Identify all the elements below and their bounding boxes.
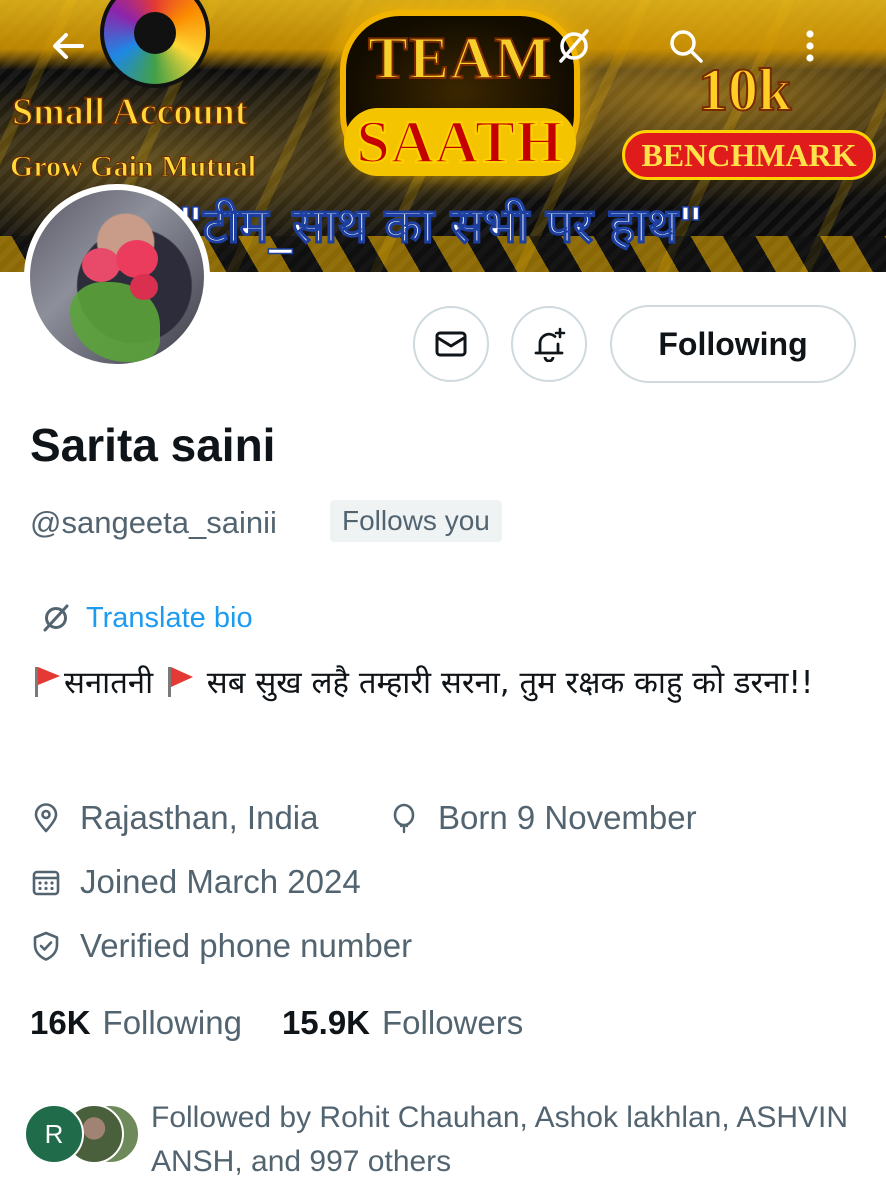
more-vertical-icon bbox=[806, 30, 814, 62]
location-pin-icon bbox=[34, 803, 58, 833]
banner-saath-text: SAATH bbox=[344, 108, 576, 176]
followers-count-link[interactable]: 15.9K Followers bbox=[282, 1004, 523, 1042]
back-button[interactable] bbox=[42, 20, 94, 72]
profile-joined-date: Joined March 2024 bbox=[30, 860, 361, 904]
location-text: Rajasthan, India bbox=[80, 799, 319, 836]
translate-icon bbox=[559, 29, 589, 63]
banner-benchmark-text: BENCHMARK bbox=[622, 130, 876, 180]
profile-location: Rajasthan, India bbox=[30, 796, 319, 840]
following-count: 16K bbox=[30, 1004, 91, 1041]
follow-counts: 16K Following 15.9K Followers bbox=[30, 1000, 563, 1046]
avatar-rose bbox=[116, 240, 158, 278]
verified-text: Verified phone number bbox=[80, 927, 413, 964]
search-icon bbox=[670, 30, 703, 63]
calendar-icon bbox=[32, 870, 60, 896]
more-options-button[interactable] bbox=[784, 20, 836, 72]
profile-avatar[interactable] bbox=[24, 184, 210, 370]
bell-plus-icon bbox=[534, 327, 566, 362]
display-name: Sarita saini bbox=[30, 419, 276, 471]
red-flag-icon bbox=[32, 665, 60, 697]
red-flag-icon bbox=[165, 665, 193, 697]
banner-team-text: TEAM bbox=[367, 25, 552, 91]
translate-bio-link[interactable]: Translate bio bbox=[40, 598, 253, 638]
followed-by-avatars[interactable]: R bbox=[24, 1104, 144, 1168]
banner-grow-gain-text: Grow Gain Mutual bbox=[9, 150, 257, 184]
followed-by-text[interactable]: Followed by Rohit Chauhan, Ashok lakhlan… bbox=[151, 1096, 851, 1184]
bio-text-part2: सब सुख लहै तम्हारी सरना, तुम रक्षक काहु … bbox=[196, 665, 814, 701]
translate-bio-label: Translate bio bbox=[86, 601, 253, 634]
joined-text: Joined March 2024 bbox=[80, 863, 361, 900]
follows-you-badge: Follows you bbox=[330, 500, 502, 542]
message-button[interactable] bbox=[413, 306, 489, 382]
following-label: Following bbox=[102, 1004, 242, 1041]
search-button[interactable] bbox=[660, 20, 712, 72]
avatar-rose bbox=[130, 274, 158, 300]
banner-logo bbox=[100, 0, 210, 88]
followers-count: 15.9K bbox=[281, 1004, 371, 1041]
avatar-rose bbox=[82, 248, 120, 282]
translate-icon bbox=[43, 604, 69, 632]
envelope-icon bbox=[435, 331, 467, 357]
avatar: R bbox=[24, 1104, 84, 1164]
profile-verified-phone: Verified phone number bbox=[30, 924, 412, 968]
balloon-icon bbox=[393, 803, 415, 834]
birthday-text: Born 9 November bbox=[438, 799, 697, 836]
notifications-button[interactable] bbox=[511, 306, 587, 382]
profile-bio: सनातनी सब सुख लहै तम्हारी सरना, तुम रक्ष… bbox=[30, 656, 860, 710]
following-button[interactable]: Following bbox=[610, 305, 856, 383]
following-count-link[interactable]: 16K Following bbox=[30, 1004, 242, 1042]
banner-small-account-text: Small Account bbox=[11, 90, 248, 134]
shield-check-icon bbox=[33, 931, 59, 961]
user-handle: @sangeeta_sainii bbox=[30, 505, 277, 540]
profile-birthday: Born 9 November bbox=[388, 796, 697, 840]
translate-button[interactable] bbox=[548, 20, 600, 72]
followers-label: Followers bbox=[382, 1004, 524, 1041]
banner-slogan: "टीम_साथ का सभी पर हाथ" bbox=[177, 197, 704, 255]
banner-10k-text: 10k bbox=[697, 57, 792, 123]
bio-text-part1: सनातनी bbox=[64, 665, 154, 701]
arrow-left-icon bbox=[53, 33, 84, 59]
